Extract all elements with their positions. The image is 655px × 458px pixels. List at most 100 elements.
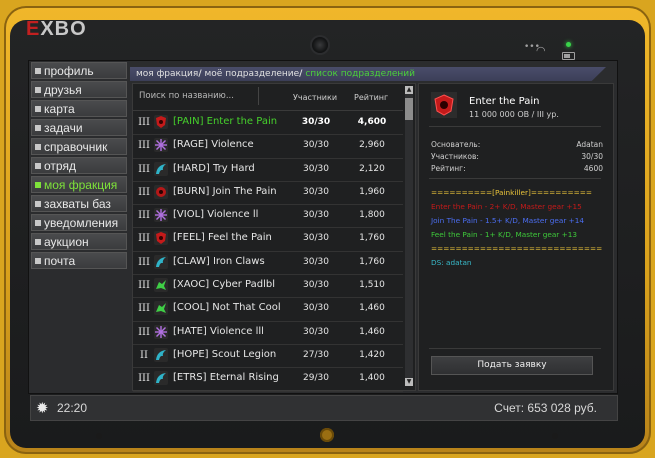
- division-members: 30/30: [303, 233, 329, 244]
- sun-icon: ✹: [36, 400, 49, 417]
- sidebar-item-label: друзья: [44, 83, 82, 97]
- division-rating: 1,510: [359, 280, 385, 291]
- teal-claw-emblem-icon: [154, 161, 168, 176]
- sidebar-item-label: профиль: [44, 64, 94, 78]
- red-shield-emblem-icon: [154, 115, 168, 129]
- divider: [429, 348, 601, 349]
- sidebar-item-label: отряд: [44, 159, 76, 173]
- teal-claw-emblem-icon: [154, 254, 168, 269]
- screen: профиль друзья карта задачи справочник отряд м…: [28, 60, 618, 415]
- battery-icon: [562, 52, 575, 60]
- rank-label: III: [138, 140, 150, 152]
- bullet-icon: [35, 106, 41, 112]
- rank-label: III: [138, 233, 150, 245]
- division-name: [HOPE] Scout Legion: [173, 348, 277, 360]
- division-name: [RAGE] Violence: [173, 139, 254, 151]
- green-dragon-emblem-icon: [154, 301, 168, 316]
- rank-label: II: [140, 349, 148, 361]
- wifi-icon: ◠: [536, 44, 546, 57]
- rank-label: III: [138, 373, 150, 385]
- column-members-header[interactable]: Участники: [293, 93, 337, 102]
- division-name: [XAOC] Cyber Padlbl: [173, 279, 276, 291]
- scroll-thumb[interactable]: [405, 98, 413, 120]
- division-name: [HATE] Violence lll: [173, 325, 264, 337]
- division-members: 30/30: [303, 303, 329, 314]
- division-name: [COOL] Not That Cool: [173, 302, 281, 314]
- breadcrumb-faction[interactable]: моя фракция: [136, 69, 198, 79]
- rating-label: Рейтинг:: [431, 164, 466, 173]
- sidebar-item-0[interactable]: профиль: [31, 62, 127, 79]
- bullet-icon: [35, 87, 41, 93]
- division-members: 30/30: [301, 117, 331, 127]
- sidebar-item-8[interactable]: уведомления: [31, 214, 127, 231]
- scroll-up-icon[interactable]: ▲: [405, 86, 413, 94]
- scroll-down-icon[interactable]: ▼: [405, 378, 413, 386]
- division-name: [ETRS] Eternal Rising: [173, 372, 279, 384]
- table-row[interactable]: III [BURN] Join The Pain 30/30 1,960: [133, 182, 403, 206]
- founder-value: Adatan: [576, 140, 603, 149]
- sidebar-item-6[interactable]: моя фракция: [31, 176, 127, 193]
- division-name: [FEEL] Feel the Pain: [173, 232, 272, 244]
- list-scrollbar[interactable]: ▲ ▼: [405, 86, 413, 386]
- screw-icon: [96, 433, 102, 439]
- sidebar-item-label: карта: [44, 102, 75, 116]
- sidebar-item-label: задачи: [44, 121, 83, 135]
- table-row[interactable]: III [COOL] Not That Cool 30/30 1,460: [133, 298, 403, 322]
- division-members: 27/30: [303, 349, 329, 360]
- sidebar-item-3[interactable]: задачи: [31, 119, 127, 136]
- division-rating: 2,120: [359, 163, 385, 174]
- table-row[interactable]: III [RAGE] Violence 30/30 2,960: [133, 135, 403, 159]
- sidebar-item-7[interactable]: захваты баз: [31, 195, 127, 212]
- bullet-icon: [35, 201, 41, 207]
- table-row[interactable]: II [HOPE] Scout Legion 27/30 1,420: [133, 345, 403, 369]
- home-button[interactable]: [320, 428, 334, 442]
- breadcrumb-unit[interactable]: моё подразделение: [205, 69, 300, 79]
- table-row[interactable]: III [ETRS] Eternal Rising 29/30 1,400: [133, 368, 403, 392]
- red-shield-emblem-icon: [154, 231, 168, 246]
- teal-claw-emblem-icon: [154, 347, 168, 362]
- division-rating: 1,420: [359, 349, 385, 360]
- division-members: 30/30: [303, 210, 329, 221]
- clock-time: 22:20: [57, 401, 88, 415]
- rank-label: III: [138, 210, 150, 222]
- sidebar-item-5[interactable]: отряд: [31, 157, 127, 174]
- table-row[interactable]: III [XAOC] Cyber Padlbl 30/30 1,510: [133, 275, 403, 299]
- sidebar-item-1[interactable]: друзья: [31, 81, 127, 98]
- division-members: 29/30: [303, 373, 329, 384]
- sidebar-item-label: справочник: [44, 140, 108, 154]
- divider: [429, 126, 601, 127]
- sidebar-item-2[interactable]: карта: [31, 100, 127, 117]
- search-input[interactable]: Поиск по названию...: [135, 87, 259, 105]
- rank-label: III: [138, 186, 150, 198]
- green-dragon-emblem-icon: [154, 278, 168, 293]
- sidebar-item-label: почта: [44, 254, 76, 268]
- table-row[interactable]: III [HARD] Try Hard 30/30 2,120: [133, 159, 403, 182]
- rank-label: III: [138, 303, 150, 315]
- table-row[interactable]: III [FEEL] Feel the Pain 30/30 1,760: [133, 228, 403, 252]
- breadcrumb-separator: /: [299, 69, 303, 79]
- sidebar-item-4[interactable]: справочник: [31, 138, 127, 155]
- purple-star-emblem-icon: [154, 138, 168, 153]
- description-line: ============================: [431, 244, 603, 253]
- division-name: [BURN] Join The Pain: [173, 185, 277, 197]
- table-row[interactable]: III [HATE] Violence lll 30/30 1,460: [133, 322, 403, 345]
- bullet-icon: [35, 182, 41, 188]
- division-members: 30/30: [303, 280, 329, 291]
- division-name: [VIOL] Violence ll: [173, 209, 259, 221]
- column-rating-header[interactable]: Рейтинг: [354, 93, 388, 102]
- table-row[interactable]: III [PAIN] Enter the Pain 30/30 4,600: [133, 112, 403, 136]
- division-rating: 1,760: [359, 256, 385, 267]
- division-rating: 1,800: [359, 210, 385, 221]
- division-name: [HARD] Try Hard: [173, 162, 255, 174]
- table-row[interactable]: III [VIOL] Violence ll 30/30 1,800: [133, 205, 403, 229]
- members-label: Участников:: [431, 152, 479, 161]
- sidebar-item-10[interactable]: почта: [31, 252, 127, 269]
- status-bar: ✹ 22:20 Счет: 653 028 руб.: [30, 395, 618, 421]
- division-list-panel: Поиск по названию... Участники Рейтинг I…: [132, 83, 416, 415]
- sidebar-item-9[interactable]: аукцион: [31, 233, 127, 250]
- table-row[interactable]: III [CLAW] Iron Claws 30/30 1,760: [133, 252, 403, 276]
- division-members: 30/30: [303, 140, 329, 151]
- description-line: Enter the Pain - 2+ K/D, Master gear +15: [431, 202, 582, 211]
- sidebar-nav: профиль друзья карта задачи справочник отряд м…: [31, 62, 127, 271]
- apply-button[interactable]: Подать заявку: [431, 356, 593, 375]
